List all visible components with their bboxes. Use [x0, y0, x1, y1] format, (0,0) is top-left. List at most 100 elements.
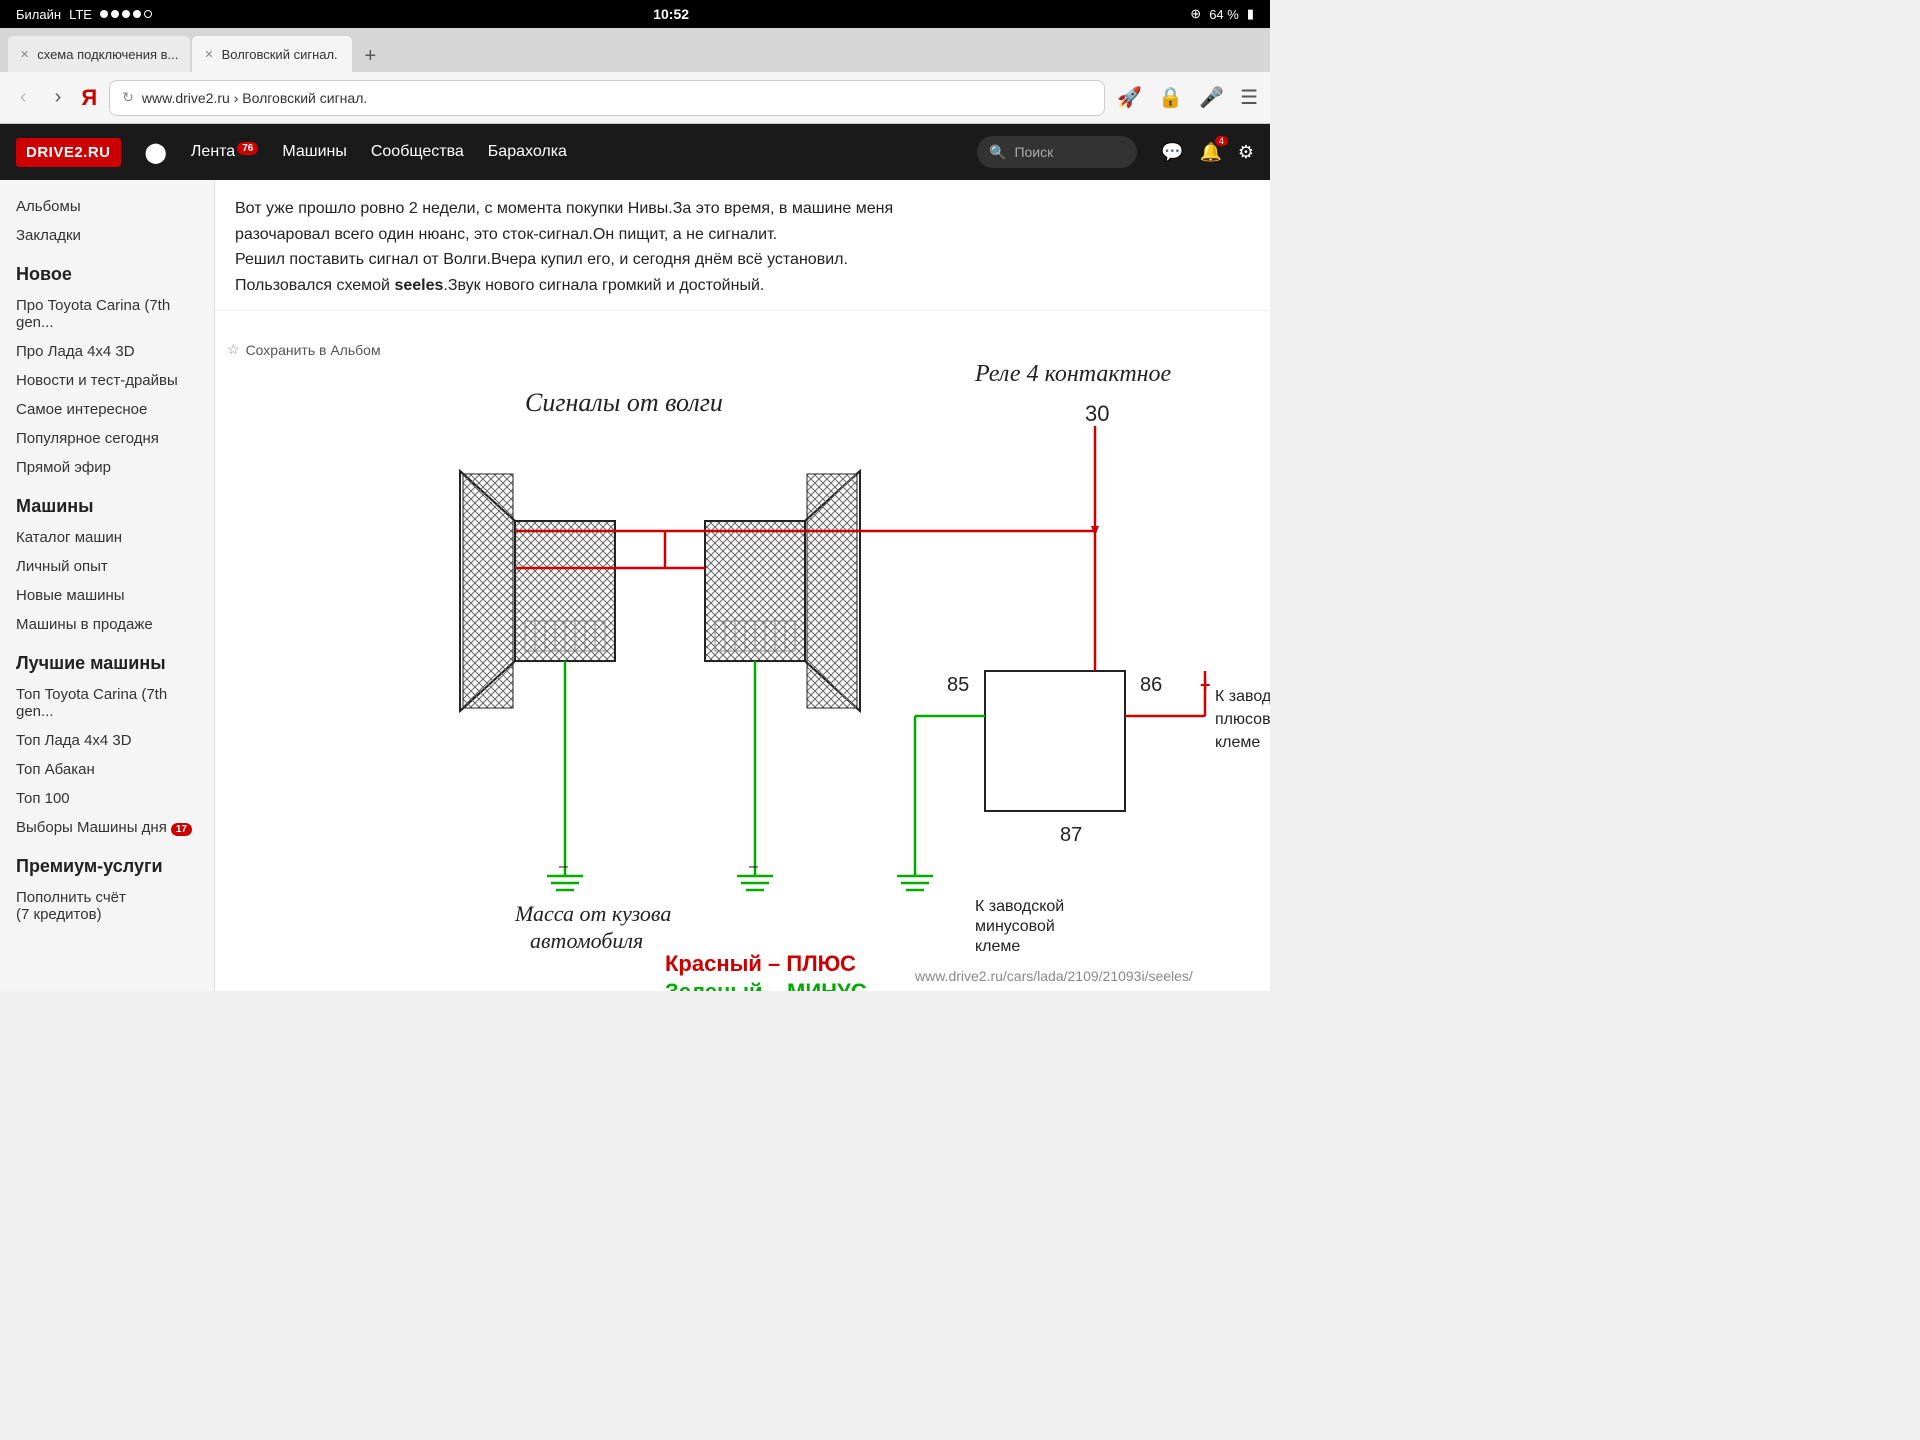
sidebar-item-lichnyj-opyt[interactable]: Личный опыт [0, 552, 214, 581]
save-to-album-button[interactable]: ☆ Сохранить в Альбом [227, 341, 381, 358]
sidebar-item-pryamoj-efir[interactable]: Прямой эфир [0, 453, 214, 482]
tab-close-2[interactable]: ✕ [204, 48, 213, 61]
notification-badge: 4 [1215, 136, 1228, 146]
sidebar-item-mashiny-v-prodazhe[interactable]: Машины в продаже [0, 610, 214, 639]
signal-dots [100, 10, 152, 18]
watermark: www.drive2.ru/cars/lada/2109/21093i/seel… [914, 968, 1193, 984]
search-box[interactable]: 🔍 Поиск [977, 136, 1137, 168]
sidebar-item-top-lada[interactable]: Топ Лада 4x4 3D [0, 726, 214, 755]
search-icon: 🔍 [989, 144, 1006, 161]
status-left: Билайн LTE [16, 7, 152, 22]
sidebar-item-novye-mashiny[interactable]: Новые машины [0, 581, 214, 610]
star-icon: ☆ [227, 341, 240, 358]
sidebar-item-bookmarks[interactable]: Закладки [0, 221, 214, 250]
green-legend: Зеленый – МИНУС [665, 979, 867, 991]
tab-close-1[interactable]: ✕ [20, 48, 29, 61]
menu-icon[interactable]: ☰ [1240, 85, 1258, 110]
nav-baraholka[interactable]: Барахолка [488, 143, 567, 161]
sidebar-section-novoe: Новое [0, 250, 214, 291]
tab-label-2: Волговский сигнал. [222, 47, 338, 62]
tab-1[interactable]: ✕ схема подключения в... [8, 36, 190, 72]
header-icons: 💬 🔔4 ⚙ [1161, 142, 1254, 163]
sidebar-section-luchshie: Лучшие машины [0, 639, 214, 680]
sidebar-item-novosti[interactable]: Новости и тест-драйвы [0, 366, 214, 395]
pin-87-label: 87 [1060, 824, 1082, 846]
nav-lenta[interactable]: Лента76 [191, 143, 258, 161]
pin-30-label: 30 [1085, 401, 1109, 426]
content-area: Вот уже прошло ровно 2 недели, с момента… [215, 180, 1270, 991]
tab-2[interactable]: ✕ Волговский сигнал. [192, 36, 352, 72]
minus-factory-label-2: минусовой [975, 918, 1055, 935]
sidebar-item-top-abakan[interactable]: Топ Абакан [0, 755, 214, 784]
pin-85-label: 85 [947, 674, 969, 696]
relay-label: Реле 4 контактное [974, 361, 1172, 387]
battery-label: 64 % [1209, 7, 1239, 22]
back-button[interactable]: ‹ [12, 82, 35, 113]
sidebar-item-lada-4x4[interactable]: Про Лада 4x4 3D [0, 337, 214, 366]
minus-sign-right: – [749, 858, 758, 875]
plus-factory-label-1: К заводской [1215, 688, 1270, 705]
drive2-logo[interactable]: DRIVE2.RU [16, 138, 121, 167]
gear-icon[interactable]: ⚙ [1238, 142, 1254, 163]
sidebar-item-toyota-carina[interactable]: Про Toyota Carina (7th gen... [0, 291, 214, 337]
diagram-signals-title: Сигналы от волги [525, 388, 723, 417]
tab-label-1: схема подключения в... [37, 47, 178, 62]
nav-mashiny[interactable]: Машины [282, 143, 347, 161]
address-bar: ‹ › Я ↻ www.drive2.ru › Волговский сигна… [0, 72, 1270, 124]
nav-soobshchestva[interactable]: Сообщества [371, 143, 464, 161]
bell-icon[interactable]: 🔔4 [1199, 142, 1221, 163]
lock-icon[interactable]: 🔒 [1158, 85, 1183, 110]
chat-icon[interactable]: 💬 [1161, 142, 1183, 163]
clock: 10:52 [653, 6, 689, 22]
wiring-diagram-svg: Сигналы от волги [215, 331, 1270, 991]
sidebar-item-albums[interactable]: Альбомы [0, 192, 214, 221]
mass-label-2: автомобиля [530, 928, 643, 953]
sidebar-item-samoe[interactable]: Самое интересное [0, 395, 214, 424]
sidebar-item-top-toyota[interactable]: Топ Toyota Carina (7th gen... [0, 680, 214, 726]
main-layout: Альбомы Закладки Новое Про Toyota Carina… [0, 180, 1270, 991]
sidebar-item-populyarnoe[interactable]: Популярное сегодня [0, 424, 214, 453]
status-right: ⊕ 64 % ▮ [1190, 6, 1254, 22]
minus-factory-label-3: клеме [975, 938, 1020, 955]
save-label: Сохранить в Альбом [246, 342, 381, 358]
sidebar-item-popolnit[interactable]: Пополнить счёт (7 кредитов) [0, 883, 214, 929]
plus-factory-label-3: клеме [1215, 734, 1260, 751]
network-type: LTE [69, 7, 92, 22]
forward-button[interactable]: › [47, 82, 70, 113]
share-icon[interactable]: 🚀 [1117, 85, 1142, 110]
search-placeholder: Поиск [1014, 144, 1053, 160]
reload-icon[interactable]: ↻ [122, 89, 134, 106]
minus-factory-label-1: К заводской [975, 898, 1064, 915]
diagram-container: ☆ Сохранить в Альбом Сигналы от волги [215, 331, 1270, 991]
new-tab-button[interactable]: + [354, 40, 386, 72]
location-icon: ⊕ [1190, 6, 1201, 22]
yandex-logo[interactable]: Я [81, 85, 97, 111]
url-bar[interactable]: ↻ www.drive2.ru › Волговский сигнал. [109, 80, 1105, 116]
browser-toolbar-right: 🚀 🔒 🎤 ☰ [1117, 85, 1258, 110]
url-text: www.drive2.ru › Волговский сигнал. [142, 90, 367, 106]
plus-factory-label-2: плюсовой [1215, 711, 1270, 728]
pin-86-label: 86 [1140, 674, 1162, 696]
sidebar-item-top-100[interactable]: Топ 100 [0, 784, 214, 813]
sidebar: Альбомы Закладки Новое Про Toyota Carina… [0, 180, 215, 991]
lenta-badge: 76 [237, 142, 258, 155]
mass-label-1: Масса от кузова [514, 901, 671, 926]
battery-icon: ▮ [1247, 6, 1254, 22]
sidebar-item-katalog[interactable]: Каталог машин [0, 523, 214, 552]
article-text: Вот уже прошло ровно 2 недели, с момента… [215, 180, 1270, 311]
article-paragraph: Вот уже прошло ровно 2 недели, с момента… [235, 196, 1250, 298]
browser-tabs: ✕ схема подключения в... ✕ Волговский си… [0, 28, 1270, 72]
sidebar-section-mashiny: Машины [0, 482, 214, 523]
minus-sign-left: – [559, 858, 568, 875]
sidebar-section-premium: Премиум-услуги [0, 842, 214, 883]
plus-sign: + [1200, 675, 1211, 695]
carrier-label: Билайн [16, 7, 61, 22]
status-bar: Билайн LTE 10:52 ⊕ 64 % ▮ [0, 0, 1270, 28]
sidebar-item-vybory[interactable]: Выборы Машины дня17 [0, 813, 214, 842]
ford-icon: ⬤ [145, 140, 167, 165]
vybory-badge: 17 [171, 823, 192, 836]
red-legend: Красный – ПЛЮС [665, 951, 856, 976]
seeles-bold: seeles [394, 277, 443, 294]
site-header: DRIVE2.RU ⬤ Лента76 Машины Сообщества Ба… [0, 124, 1270, 180]
mic-icon[interactable]: 🎤 [1199, 85, 1224, 110]
